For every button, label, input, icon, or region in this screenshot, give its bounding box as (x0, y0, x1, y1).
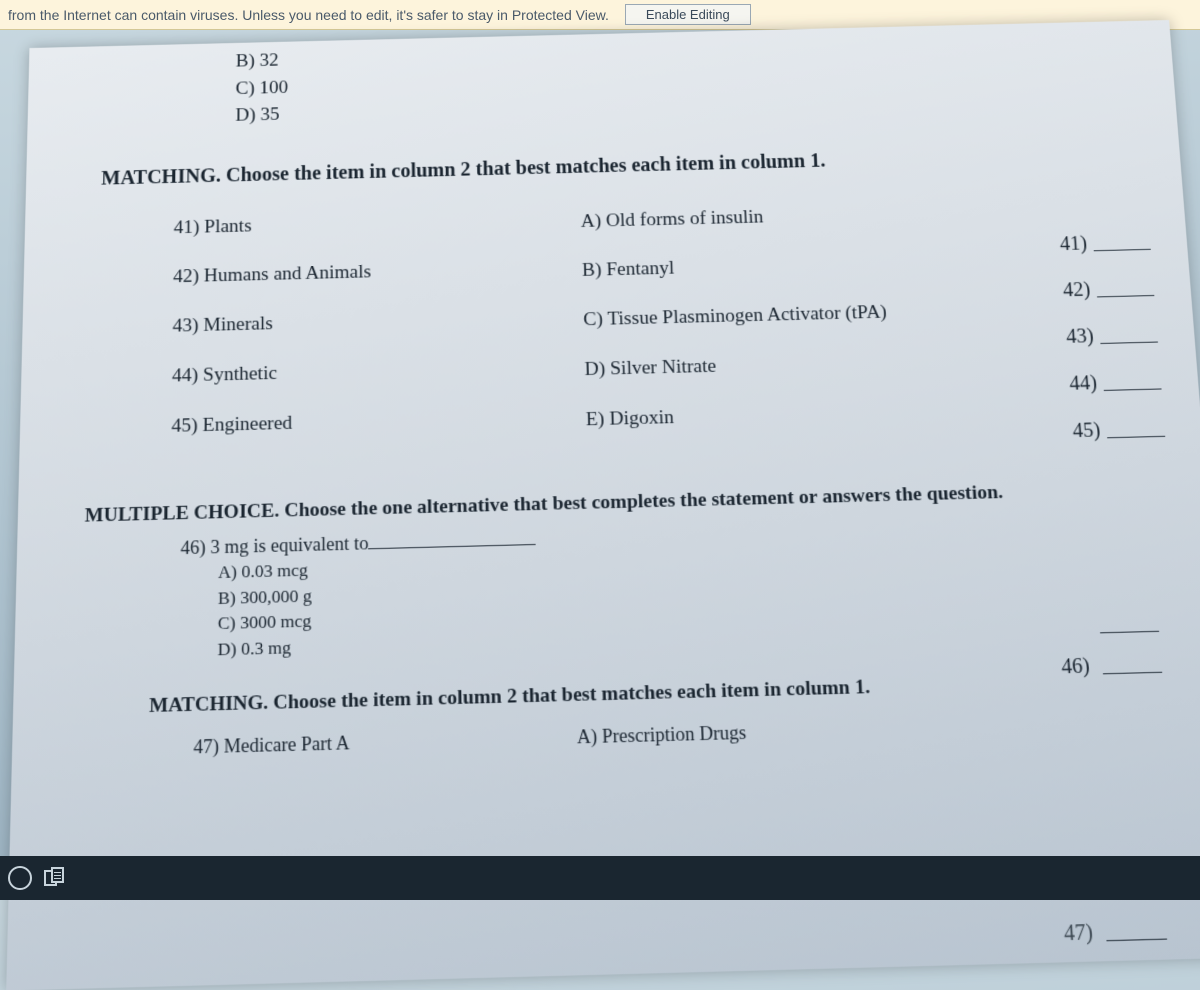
col2-item: E) Digoxin (586, 396, 1073, 431)
protected-view-message: from the Internet can contain viruses. U… (8, 7, 609, 23)
matching-columns: 41) Plants 42) Humans and Animals 43) Mi… (171, 193, 1166, 470)
answer-blank-line (1102, 658, 1162, 674)
answer-blank-line (1093, 236, 1151, 251)
question-47-row: 47) Medicare Part A A) Prescription Drug… (193, 710, 1188, 758)
q46-stem: 46) 3 mg is equivalent to (180, 533, 368, 558)
page-viewport: B) 32 C) 100 D) 35 MATCHING. Choose the … (0, 30, 1200, 902)
answer-number: 44) (1059, 372, 1098, 396)
answer-row: 45) (1062, 418, 1165, 444)
answer-number: 41) (1050, 233, 1088, 256)
col2-item: D) Silver Nitrate (584, 346, 1069, 380)
answer-blank-line (1096, 282, 1154, 297)
col1-item: 43) Minerals (172, 305, 583, 337)
answer-number: 42) (1053, 279, 1091, 303)
answer-row: 41) (1050, 231, 1151, 256)
answer-blank-line (1105, 924, 1167, 941)
matching-section-header: MATCHING. Choose the item in column 2 th… (101, 142, 1144, 190)
answer-number: 46) (1051, 655, 1091, 680)
matching-answer-blanks: 41) 42) 43) 44) 45) (1050, 231, 1168, 468)
enable-editing-button[interactable]: Enable Editing (625, 4, 751, 25)
col1-item: 45) Engineered (171, 405, 586, 438)
col2-item: C) Tissue Plasminogen Activator (tPA) (583, 297, 1066, 331)
task-view-icon[interactable] (44, 867, 66, 889)
question-46: 46) 3 mg is equivalent to A) 0.03 mcg B)… (179, 512, 1180, 664)
answer-blank-line (1099, 328, 1158, 343)
col1-item: 44) Synthetic (172, 355, 585, 387)
answer-46: 46) (1051, 653, 1163, 680)
col2-item: A) Old forms of insulin (581, 199, 1059, 232)
answer-number: 47) (1053, 921, 1094, 947)
answer-blank-line (1099, 617, 1159, 633)
q47-col2: A) Prescription Drugs (577, 716, 961, 748)
answer-blank-line (1106, 422, 1165, 438)
matching-column-1: 41) Plants 42) Humans and Animals 43) Mi… (171, 207, 587, 470)
answer-row: 43) (1056, 324, 1158, 349)
q46-blank (369, 544, 537, 549)
answer-47: 47) (1053, 919, 1167, 947)
matching-section-2-header: MATCHING. Choose the item in column 2 th… (149, 668, 1185, 718)
matching-column-2: A) Old forms of insulin B) Fentanyl C) T… (580, 195, 1074, 459)
answer-row: 44) (1059, 370, 1162, 396)
q46-options: A) 0.03 mcg B) 300,000 g C) 3000 mcg D) … (217, 536, 1180, 663)
col1-item: 41) Plants (174, 207, 581, 239)
cortana-circle-icon[interactable] (8, 866, 32, 890)
answer-number: 45) (1062, 419, 1101, 443)
q47-col1: 47) Medicare Part A (193, 726, 577, 758)
document-page: B) 32 C) 100 D) 35 MATCHING. Choose the … (6, 20, 1200, 990)
answer-number: 43) (1056, 325, 1095, 349)
windows-taskbar[interactable] (0, 856, 1200, 900)
answer-blank-line (1103, 375, 1162, 390)
multiple-choice-section: MULTIPLE CHOICE. Choose the one alternat… (52, 475, 1180, 668)
answer-row: 42) (1053, 277, 1155, 302)
col1-item: 42) Humans and Animals (173, 256, 582, 288)
col2-item: B) Fentanyl (582, 248, 1063, 282)
previous-question-options: B) 32 C) 100 D) 35 (235, 26, 1140, 129)
